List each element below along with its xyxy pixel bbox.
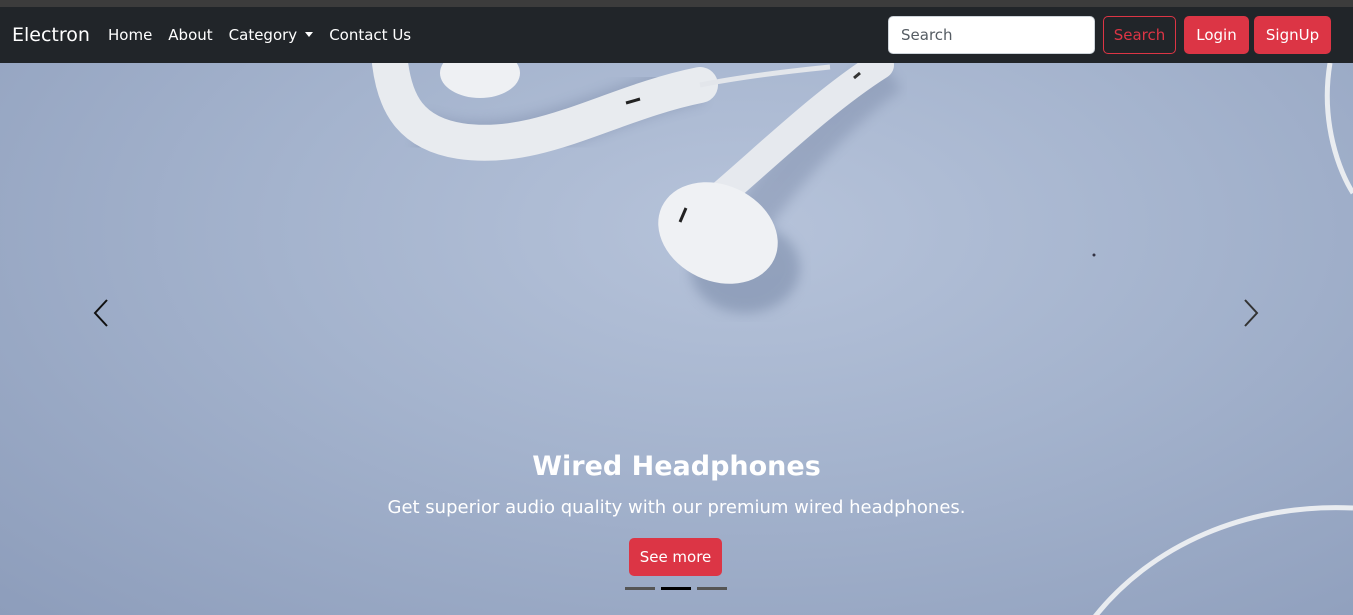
carousel-next-control[interactable] (1200, 63, 1300, 615)
navbar: Electron Home About Category Contact Us … (0, 7, 1353, 63)
carousel-indicator-3[interactable] (697, 587, 727, 590)
login-button[interactable]: Login (1184, 16, 1249, 54)
nav-links: Home About Category Contact Us (108, 25, 427, 45)
nav-link-about[interactable]: About (168, 25, 212, 45)
headphones-background-image (372, 63, 1353, 615)
carousel-prev-control[interactable] (50, 63, 150, 615)
nav-link-category[interactable]: Category (229, 25, 314, 45)
hero-carousel: Wired Headphones Get superior audio qual… (0, 63, 1353, 615)
search-button[interactable]: Search (1103, 16, 1176, 54)
window-top-strip (0, 0, 1353, 7)
carousel-caption-text: Get superior audio quality with our prem… (387, 497, 966, 518)
nav-link-category-label: Category (228, 26, 298, 44)
chevron-left-icon (93, 299, 108, 327)
nav-link-home[interactable]: Home (108, 25, 152, 45)
brand-logo[interactable]: Electron (12, 22, 90, 48)
search-input[interactable] (888, 16, 1095, 54)
carousel-caption-title: Wired Headphones (532, 451, 821, 482)
carousel-indicator-1[interactable] (625, 587, 655, 590)
carousel-indicators (625, 587, 727, 590)
carousel-indicator-2[interactable] (661, 587, 691, 590)
signup-button[interactable]: SignUp (1254, 16, 1331, 54)
chevron-right-icon (1244, 299, 1259, 327)
see-more-button[interactable]: See more (629, 538, 722, 576)
caret-down-icon (305, 32, 314, 37)
nav-link-contact[interactable]: Contact Us (329, 25, 411, 45)
